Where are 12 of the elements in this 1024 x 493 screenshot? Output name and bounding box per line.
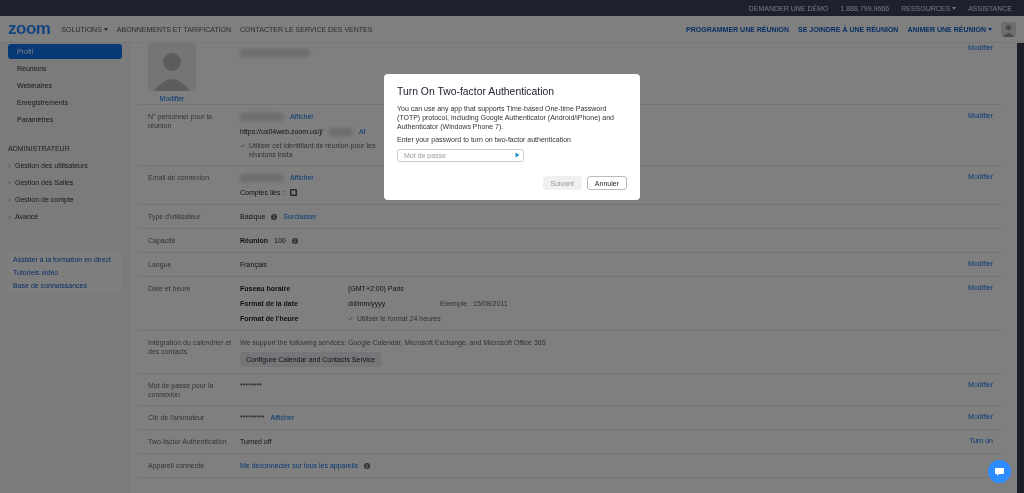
chat-icon (995, 467, 1004, 476)
user-avatar-icon[interactable] (1001, 21, 1016, 37)
chat-button[interactable] (988, 460, 1011, 483)
logo[interactable]: zoom (8, 19, 51, 39)
scrollbar[interactable] (1017, 43, 1024, 493)
help-icon[interactable] (364, 462, 371, 469)
account-icon (290, 189, 298, 196)
dialog-title: Turn On Two-factor Authentication (397, 86, 556, 97)
help-icon[interactable] (291, 237, 298, 244)
checkbox[interactable] (348, 316, 353, 321)
checkbox[interactable] (240, 143, 245, 148)
help-icon[interactable] (271, 213, 278, 220)
